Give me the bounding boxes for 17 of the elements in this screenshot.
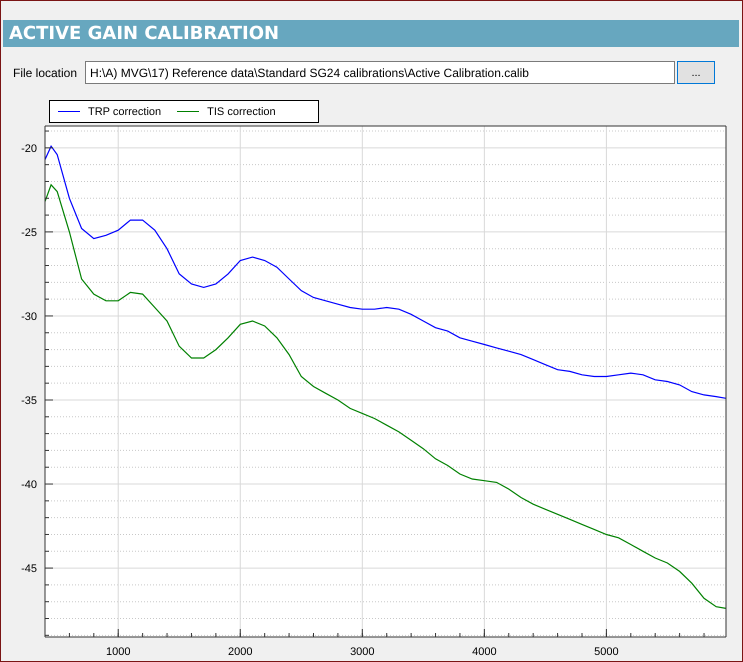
tick-label: -20 xyxy=(21,142,37,155)
tick-label: 3000 xyxy=(350,646,375,658)
legend-label: TIS correction xyxy=(207,106,276,118)
window-title: ACTIVE GAIN CALIBRATION xyxy=(3,20,739,47)
tick-label: 5000 xyxy=(594,646,619,658)
tick-label: 4000 xyxy=(472,646,497,658)
tick-label: -40 xyxy=(21,479,37,492)
tick-label: -25 xyxy=(21,226,37,239)
field-label: File location xyxy=(13,66,78,80)
tick-label: -45 xyxy=(21,563,37,576)
tick-label: -30 xyxy=(21,310,37,323)
browse-button[interactable]: ... xyxy=(677,61,716,84)
tick-label: 1000 xyxy=(106,646,130,658)
tick-label: -35 xyxy=(21,395,37,407)
legend-label: TRP correction xyxy=(88,106,162,118)
file-path-field[interactable]: H:\A) MVG\17) Reference data\Standard SG24 calibrations\Active Calibration.calib xyxy=(85,61,676,84)
tick-label: 2000 xyxy=(228,646,252,658)
